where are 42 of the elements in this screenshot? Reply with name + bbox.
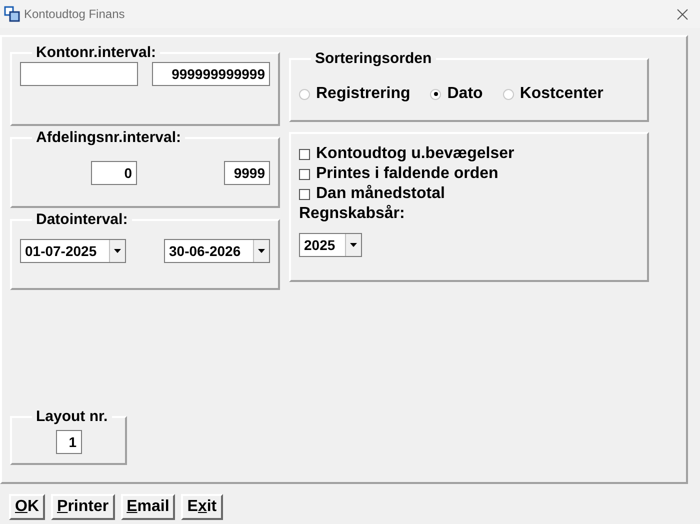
checkbox[interactable]	[299, 148, 310, 160]
dialog-button[interactable]: OK	[9, 494, 46, 520]
dropdown-button[interactable]	[109, 240, 125, 262]
caret-icon	[114, 249, 121, 253]
group-title: Layout nr.	[36, 408, 108, 425]
radio-button[interactable]	[502, 88, 514, 100]
dropdown-button[interactable]	[253, 240, 269, 262]
close-icon[interactable]	[677, 8, 688, 20]
group-title: Afdelingsnr.interval:	[36, 129, 182, 146]
dialog-button[interactable]: Email	[120, 494, 176, 520]
app-icon	[4, 6, 20, 22]
group-title: Kontonr.interval:	[36, 44, 156, 61]
caret-icon	[258, 249, 265, 253]
radio-option[interactable]: Registrering	[299, 82, 410, 106]
input-field[interactable]: 9999	[224, 161, 270, 185]
checkbox-option[interactable]: Dan månedstotal	[299, 184, 639, 204]
radio-option[interactable]: Kostcenter	[502, 82, 604, 106]
caret-icon	[350, 243, 357, 247]
dropdown-value: 01-07-2025	[24, 242, 98, 260]
dropdown-value: 2025	[303, 236, 336, 254]
group-title: Datointerval:	[36, 211, 128, 228]
dropdown[interactable]: 2025	[299, 233, 362, 257]
dropdown-button[interactable]	[345, 234, 361, 256]
group-title: Sorteringsorden	[315, 50, 432, 67]
radio-option[interactable]: Dato	[430, 82, 483, 106]
dropdown-value: 30-06-2026	[168, 242, 242, 260]
checkbox-option[interactable]: Kontoudtog u.bevægelser	[299, 144, 639, 164]
dropdown[interactable]: 01-07-2025	[20, 239, 126, 263]
dialog-button[interactable]: Exit	[181, 494, 223, 520]
radio-button[interactable]	[299, 88, 310, 100]
dialog-button[interactable]: Printer	[51, 494, 115, 520]
checkbox[interactable]	[299, 168, 310, 180]
fiscal-year-label: Regnskabsår:	[299, 204, 406, 224]
input-field[interactable]	[20, 62, 138, 86]
dropdown[interactable]: 30-06-2026	[164, 239, 270, 263]
checkbox-option[interactable]: Printes i faldende orden	[299, 164, 639, 184]
checkbox[interactable]	[299, 188, 310, 200]
window-title: Kontoudtog Finans	[24, 6, 125, 23]
input-field[interactable]: 0	[91, 161, 137, 185]
input-field[interactable]: 999999999999	[152, 62, 270, 86]
radio-button[interactable]	[430, 88, 442, 100]
input-field[interactable]: 1	[56, 430, 82, 454]
